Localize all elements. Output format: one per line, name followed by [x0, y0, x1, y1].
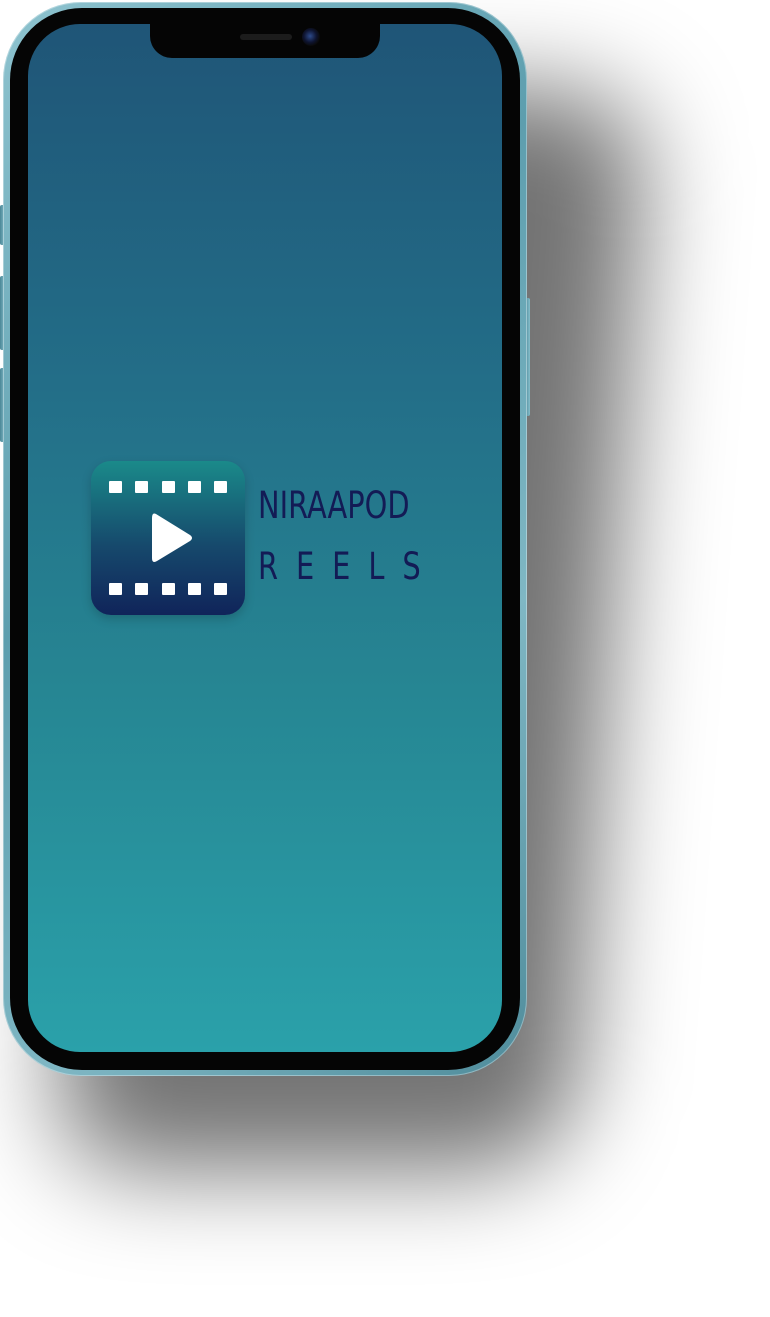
perforation	[161, 481, 175, 493]
film-perforations-bottom	[109, 583, 227, 596]
play-icon	[152, 513, 192, 562]
film-perforations-top	[109, 481, 227, 494]
perforation	[109, 583, 122, 595]
perforation	[187, 583, 201, 595]
brand-name-line1: NIRAAPOD	[258, 484, 410, 527]
perforation	[214, 583, 227, 595]
brand-name-line2: REELS	[258, 545, 439, 588]
mockup-stage: NIRAAPOD REELS	[0, 0, 770, 1317]
perforation	[109, 481, 122, 493]
perforation	[135, 583, 149, 595]
splash-screen: NIRAAPOD REELS	[28, 24, 502, 1052]
front-camera-icon	[302, 28, 320, 46]
perforation	[187, 481, 201, 493]
notch	[150, 24, 380, 58]
perforation	[214, 481, 227, 493]
speaker-grille	[240, 34, 292, 40]
perforation	[135, 481, 149, 493]
perforation	[161, 583, 175, 595]
film-strip-play-icon	[91, 461, 245, 615]
